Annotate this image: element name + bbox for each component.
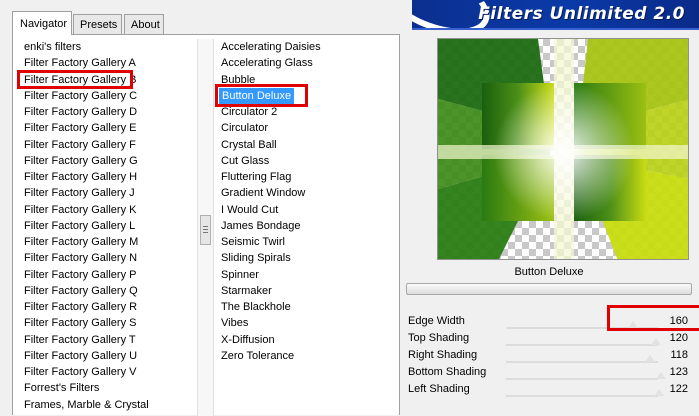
param-label: Left Shading (408, 383, 470, 395)
filter-item[interactable]: Bubble (219, 72, 321, 88)
category-item[interactable]: enki's filters (22, 39, 149, 55)
tab-about[interactable]: About (124, 14, 164, 34)
category-item[interactable]: Filter Factory Gallery H (22, 169, 149, 185)
effect-name-label: Button Deluxe (514, 266, 584, 278)
category-item[interactable]: Filter Factory Gallery T (22, 332, 149, 348)
category-item[interactable]: Filter Factory Gallery F (22, 137, 149, 153)
param-slider-track[interactable] (506, 361, 658, 363)
filter-item[interactable]: Seismic Twirl (219, 234, 321, 250)
category-item[interactable]: Filter Factory Gallery P (22, 267, 149, 283)
param-label: Edge Width (408, 315, 465, 327)
filter-item[interactable]: Vibes (219, 315, 321, 331)
category-item[interactable]: Filter Factory Gallery J (22, 185, 149, 201)
category-item[interactable]: Filter Factory Gallery K (22, 202, 149, 218)
category-item[interactable]: Filter Factory Gallery E (22, 120, 149, 136)
param-label: Right Shading (408, 349, 478, 361)
param-row[interactable]: Edge Width 160 (406, 313, 692, 330)
filter-item[interactable]: Circulator (219, 120, 321, 136)
category-item[interactable]: Filter Factory Gallery D (22, 104, 149, 120)
category-item[interactable]: Forrest's Filters (22, 380, 149, 396)
filter-item[interactable]: Accelerating Glass (219, 55, 321, 71)
param-slider-knob[interactable] (645, 355, 655, 362)
category-item[interactable]: Filter Factory Gallery A (22, 55, 149, 71)
tab-presets[interactable]: Presets (73, 14, 122, 34)
filter-item[interactable]: Gradient Window (219, 185, 321, 201)
param-label: Bottom Shading (408, 366, 487, 378)
preview-image (437, 38, 689, 260)
category-item[interactable]: Filter Factory Gallery B (22, 72, 149, 88)
param-row[interactable]: Top Shading 120 (406, 330, 692, 347)
filter-item[interactable]: X-Diffusion (219, 332, 321, 348)
filter-item[interactable]: Starmaker (219, 283, 321, 299)
category-item[interactable]: Frames, Marble & Crystal (22, 397, 149, 413)
filter-item[interactable]: Cut Glass (219, 153, 321, 169)
preview-effect-art (438, 39, 688, 259)
filter-item[interactable]: Crystal Ball (219, 137, 321, 153)
param-slider-track[interactable] (506, 378, 658, 380)
filter-item[interactable]: Accelerating Daisies (219, 39, 321, 55)
param-slider-track[interactable] (506, 344, 658, 346)
category-item[interactable]: Filter Factory Gallery U (22, 348, 149, 364)
category-item[interactable]: Filter Factory Gallery M (22, 234, 149, 250)
filter-item[interactable]: Spinner (219, 267, 321, 283)
scroll-thumb[interactable] (200, 215, 211, 245)
category-item[interactable]: Filter Factory Gallery G (22, 153, 149, 169)
param-value[interactable]: 160 (670, 313, 688, 330)
param-value[interactable]: 123 (670, 364, 688, 381)
filter-list: Accelerating Daisies Accelerating Glass Bu… (219, 39, 321, 364)
param-slider-knob[interactable] (653, 389, 664, 396)
filter-item[interactable]: Circulator 2 (219, 104, 321, 120)
category-scrollbar[interactable] (197, 39, 214, 416)
param-slider-knob[interactable] (656, 372, 667, 379)
grip-lines-icon (203, 232, 208, 233)
filter-item[interactable]: Button Deluxe (219, 87, 321, 104)
filter-item[interactable]: The Blackhole (219, 299, 321, 315)
banner-title: Filters Unlimited 2.0 (478, 4, 685, 24)
tab-strip: Navigator Presets About (0, 0, 400, 35)
filter-item[interactable]: Sliding Spirals (219, 250, 321, 266)
grip-lines-icon (203, 226, 208, 227)
category-list: enki's filters Filter Factory Gallery A Fi… (22, 39, 149, 413)
param-row[interactable]: Left Shading 122 (406, 381, 692, 398)
category-item[interactable]: Filter Factory Gallery L (22, 218, 149, 234)
navigator-panel: enki's filters Filter Factory Gallery A Fi… (12, 34, 400, 416)
tab-navigator[interactable]: Navigator (12, 11, 72, 35)
param-slider-knob[interactable] (627, 321, 638, 328)
filter-item[interactable]: Fluttering Flag (219, 169, 321, 185)
category-item[interactable]: Filter Factory Gallery R (22, 299, 149, 315)
category-item[interactable]: Filter Factory Gallery N (22, 250, 149, 266)
param-value[interactable]: 118 (670, 347, 688, 364)
filters-unlimited-banner: Filters Unlimited 2.0 (412, 0, 699, 30)
filter-item[interactable]: James Bondage (219, 218, 321, 234)
param-value[interactable]: 120 (670, 330, 688, 347)
param-row[interactable]: Bottom Shading 123 (406, 364, 692, 381)
param-value[interactable]: 122 (670, 381, 688, 398)
filter-item[interactable]: I Would Cut (219, 202, 321, 218)
progress-bar (406, 283, 692, 295)
param-label: Top Shading (408, 332, 470, 344)
filter-item[interactable]: Zero Tolerance (219, 348, 321, 364)
filter-item-selected[interactable]: Button Deluxe (219, 87, 295, 104)
category-item[interactable]: Filter Factory Gallery C (22, 88, 149, 104)
param-slider-track[interactable] (506, 395, 658, 397)
param-slider-knob[interactable] (650, 338, 661, 345)
category-item[interactable]: Filter Factory Gallery Q (22, 283, 149, 299)
category-item[interactable]: Filter Factory Gallery S (22, 315, 149, 331)
parameter-list: Edge Width 160 Top Shading 120 Right Shading… (406, 313, 692, 398)
category-item[interactable]: Filter Factory Gallery V (22, 364, 149, 380)
param-row[interactable]: Right Shading 118 (406, 347, 692, 364)
grip-lines-icon (203, 229, 208, 230)
